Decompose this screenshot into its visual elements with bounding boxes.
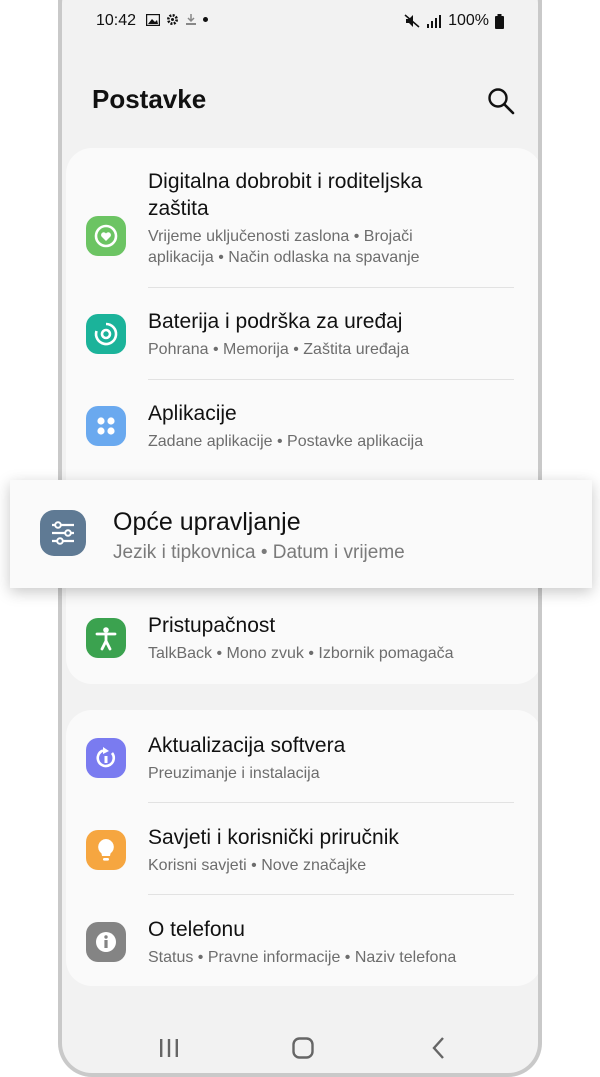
divider xyxy=(148,287,514,288)
battery-level: 100% xyxy=(448,12,489,29)
recent-apps-button[interactable] xyxy=(154,1034,184,1062)
more-notifications-dot-icon xyxy=(203,17,208,22)
mute-icon xyxy=(404,14,420,28)
search-icon xyxy=(488,88,515,115)
item-subtitle: Zadane aplikacije • Postavke aplikacija xyxy=(148,433,424,450)
gear-icon xyxy=(167,14,178,25)
item-subtitle: Pohrana • Memorija • Zaštita uređaja xyxy=(148,341,410,358)
recent-apps-icon xyxy=(160,1039,178,1057)
gallery-icon xyxy=(146,13,160,26)
accessibility-icon xyxy=(86,618,126,658)
wellbeing-icon xyxy=(86,216,126,256)
item-subtitle: Vrijeme uključenosti zaslona • Brojači xyxy=(148,228,413,245)
item-subtitle-continued: aplikacija • Način odlaska na spavanje xyxy=(148,249,420,266)
divider xyxy=(148,379,514,380)
settings-card-secondary: Aktualizacija softvera Preuzimanje i ins… xyxy=(66,710,538,986)
item-subtitle: Jezik i tipkovnica • Datum i vrijeme xyxy=(113,542,405,563)
item-title: Savjeti i korisnički priručnik xyxy=(148,826,399,849)
general-management-icon xyxy=(40,510,86,556)
settings-item-general-management[interactable]: Opće upravljanje Jezik i tipkovnica • Da… xyxy=(10,480,592,588)
settings-card-main: Digitalna dobrobit i roditeljska zaštita… xyxy=(66,148,538,684)
battery-icon xyxy=(495,13,504,29)
status-system-icons: 100% xyxy=(404,12,504,30)
status-bar: 10:42 100% xyxy=(62,8,538,34)
settings-item-tips-manual[interactable]: Savjeti i korisnički priručnik Korisni s… xyxy=(66,824,538,884)
status-notification-icons xyxy=(146,13,208,26)
download-icon xyxy=(186,14,196,25)
settings-item-digital-wellbeing[interactable]: Digitalna dobrobit i roditeljska zaštita… xyxy=(66,168,538,288)
page-title: Postavke xyxy=(92,84,207,114)
settings-item-accessibility[interactable]: Pristupačnost TalkBack • Mono zvuk • Izb… xyxy=(66,612,538,672)
divider xyxy=(148,894,514,895)
device-care-icon xyxy=(86,314,126,354)
settings-item-battery-device-care[interactable]: Baterija i podrška za uređaj Pohrana • M… xyxy=(66,308,538,368)
status-time: 10:42 xyxy=(96,12,137,29)
home-button[interactable] xyxy=(288,1034,318,1062)
item-title: O telefonu xyxy=(148,918,245,941)
item-title-continued: zaštita xyxy=(148,197,209,220)
item-subtitle: Preuzimanje i instalacija xyxy=(148,765,320,782)
settings-item-about-phone[interactable]: O telefonu Status • Pravne informacije •… xyxy=(66,916,538,976)
search-button[interactable] xyxy=(486,86,516,116)
software-update-icon xyxy=(86,738,126,778)
item-title: Aktualizacija softvera xyxy=(148,734,346,757)
info-icon xyxy=(86,922,126,962)
navigation-bar xyxy=(62,1028,538,1068)
home-icon xyxy=(292,1037,314,1059)
item-subtitle: Korisni savjeti • Nove značajke xyxy=(148,857,367,874)
item-title: Digitalna dobrobit i roditeljska xyxy=(148,170,423,193)
item-title: Opće upravljanje xyxy=(113,508,301,536)
item-title: Baterija i podrška za uređaj xyxy=(148,310,403,333)
divider xyxy=(148,802,514,803)
item-title: Pristupačnost xyxy=(148,614,276,637)
tips-icon xyxy=(86,830,126,870)
back-button[interactable] xyxy=(424,1034,454,1062)
item-title: Aplikacije xyxy=(148,402,237,425)
signal-icon xyxy=(427,15,442,28)
item-subtitle: TalkBack • Mono zvuk • Izbornik pomagača xyxy=(148,645,454,662)
apps-icon xyxy=(86,406,126,446)
settings-item-apps[interactable]: Aplikacije Zadane aplikacije • Postavke … xyxy=(66,400,538,460)
settings-item-software-update[interactable]: Aktualizacija softvera Preuzimanje i ins… xyxy=(66,732,538,792)
back-chevron-icon xyxy=(432,1037,444,1059)
item-subtitle: Status • Pravne informacije • Naziv tele… xyxy=(148,949,457,966)
